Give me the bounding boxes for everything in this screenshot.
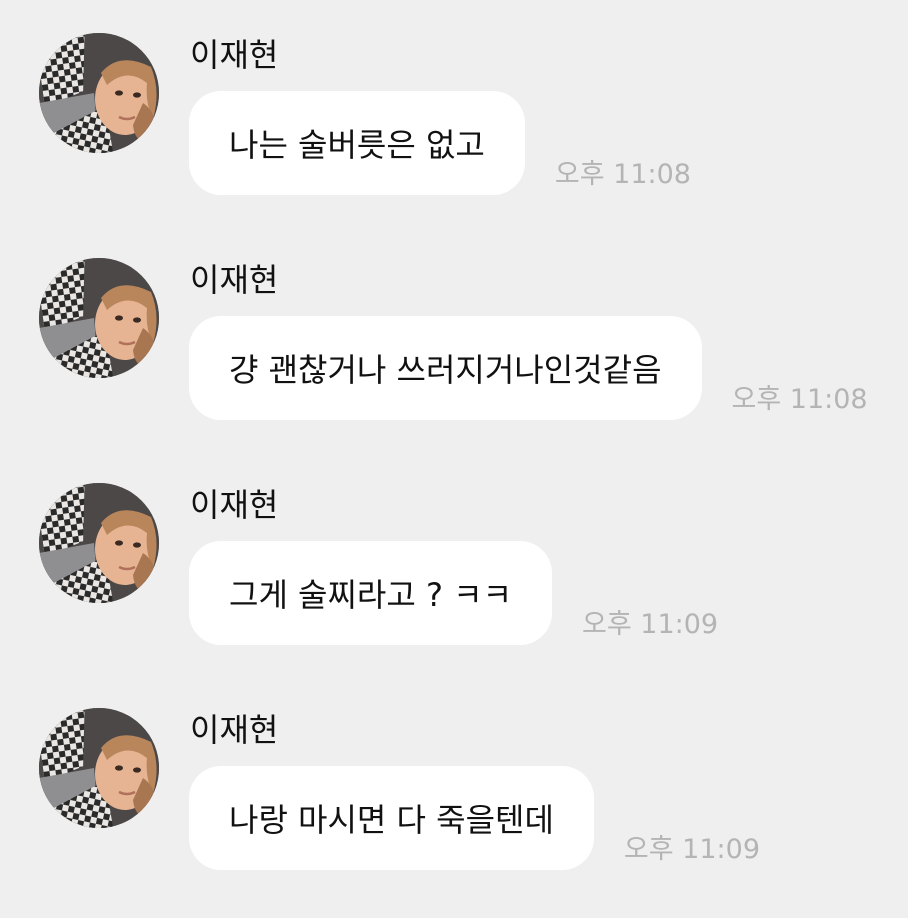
chat-message-list[interactable]: 이재현 나는 술버릇은 없고 오후 11:08 이재현 걍 괜찮거나 쓰러지거나… xyxy=(0,0,908,908)
profile-photo-icon xyxy=(39,258,159,378)
message-row: 나랑 마시면 다 죽을텐데 오후 11:09 xyxy=(189,766,760,870)
message-timestamp: 오후 11:09 xyxy=(582,609,719,640)
sender-name: 이재현 xyxy=(190,261,279,299)
avatar[interactable] xyxy=(39,33,159,153)
message-item: 이재현 나는 술버릇은 없고 오후 11:08 xyxy=(0,33,908,243)
message-row: 걍 괜찮거나 쓰러지거나인것같음 오후 11:08 xyxy=(189,316,868,420)
profile-photo-icon xyxy=(39,33,159,153)
message-bubble[interactable]: 그게 술찌라고 ? ㅋㅋ xyxy=(189,541,553,645)
message-timestamp: 오후 11:08 xyxy=(731,384,868,415)
message-item: 이재현 나랑 마시면 다 죽을텐데 오후 11:09 xyxy=(0,708,908,918)
avatar[interactable] xyxy=(39,483,159,603)
avatar[interactable] xyxy=(39,708,159,828)
sender-name: 이재현 xyxy=(190,486,279,524)
message-row: 나는 술버릇은 없고 오후 11:08 xyxy=(189,91,691,195)
message-bubble[interactable]: 걍 괜찮거나 쓰러지거나인것같음 xyxy=(189,316,702,420)
message-bubble[interactable]: 나랑 마시면 다 죽을텐데 xyxy=(189,766,594,870)
message-row: 그게 술찌라고 ? ㅋㅋ 오후 11:09 xyxy=(189,541,718,645)
message-timestamp: 오후 11:08 xyxy=(554,159,691,190)
sender-name: 이재현 xyxy=(190,36,279,74)
message-item: 이재현 걍 괜찮거나 쓰러지거나인것같음 오후 11:08 xyxy=(0,258,908,468)
avatar[interactable] xyxy=(39,258,159,378)
message-bubble[interactable]: 나는 술버릇은 없고 xyxy=(189,91,525,195)
sender-name: 이재현 xyxy=(190,711,279,749)
message-item: 이재현 그게 술찌라고 ? ㅋㅋ 오후 11:09 xyxy=(0,483,908,693)
profile-photo-icon xyxy=(39,483,159,603)
profile-photo-icon xyxy=(39,708,159,828)
message-timestamp: 오후 11:09 xyxy=(623,834,760,865)
